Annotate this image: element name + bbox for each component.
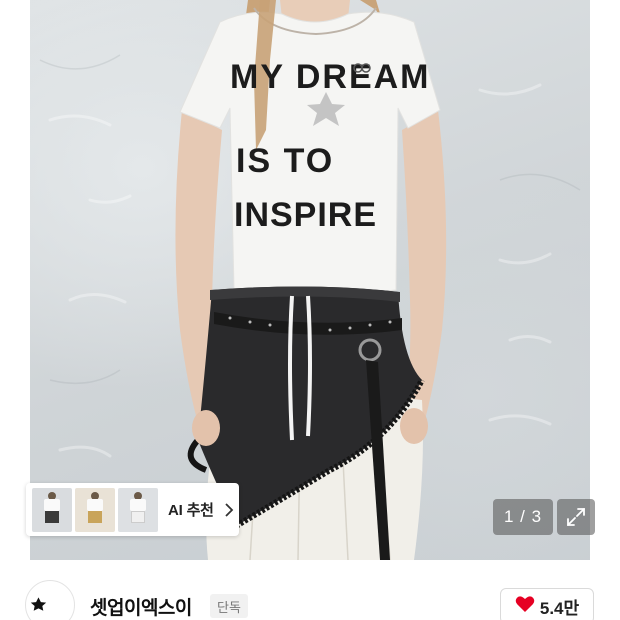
thumbnail-figure-bottom [45, 510, 59, 523]
shirt-text-line-1: MY DREAM [230, 58, 431, 96]
thumbnail-figure-top [130, 498, 146, 511]
thumbnail-figure-bottom [88, 510, 102, 523]
store-logo-mark [30, 597, 47, 611]
heart-icon [515, 595, 535, 617]
thumbnail-figure-top [87, 498, 103, 511]
product-photo: MY DREAM IS TO INSPIRE [30, 0, 590, 560]
shirt-text-line-2: IS TO [236, 142, 334, 180]
exclusive-badge: 단독 [210, 594, 248, 618]
recommend-thumbnail[interactable] [118, 487, 158, 532]
expand-icon[interactable] [557, 499, 595, 535]
thumbnail-figure-top [44, 498, 60, 511]
shirt-text-line-3: INSPIRE [234, 196, 377, 234]
thumbnail-figure-bottom [131, 510, 145, 523]
like-button[interactable]: 5.4만 [500, 588, 594, 620]
recommend-thumbnail[interactable] [75, 487, 115, 532]
ai-recommend-card[interactable]: AI 추천 [26, 483, 239, 536]
product-detail-page: MY DREAM IS TO INSPIRE AI 추천 1 / 3 셋업이엑스… [0, 0, 620, 620]
product-image-carousel[interactable]: MY DREAM IS TO INSPIRE AI 추천 1 / 3 [0, 0, 620, 560]
chevron-right-icon [224, 502, 236, 517]
recommend-thumbnail[interactable] [32, 487, 72, 532]
store-name[interactable]: 셋업이엑스이 [90, 593, 192, 620]
ai-recommend-label: AI 추천 [168, 502, 214, 519]
image-pager-counter: 1 / 3 [493, 499, 553, 535]
like-count: 5.4만 [539, 598, 580, 618]
